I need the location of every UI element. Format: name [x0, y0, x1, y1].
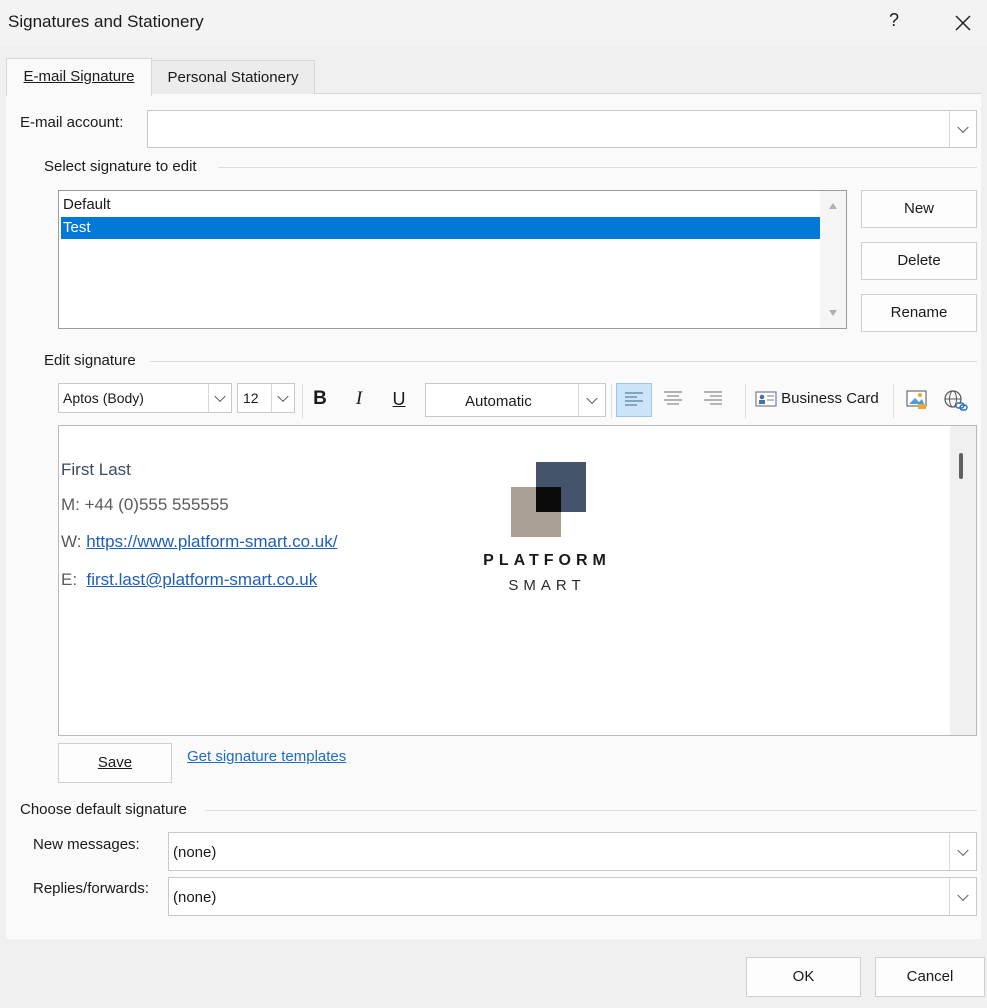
- chevron-down-icon: [957, 121, 969, 134]
- web-prefix: W:: [61, 532, 87, 551]
- list-item-default[interactable]: Default: [61, 194, 822, 216]
- replies-forwards-dropdown[interactable]: (none): [168, 877, 977, 916]
- replies-forwards-value: (none): [173, 889, 217, 906]
- cancel-button[interactable]: Cancel: [875, 957, 985, 997]
- dropdown-arrow: [271, 384, 294, 412]
- underline-button[interactable]: U: [385, 383, 413, 417]
- tab-personal-stationery[interactable]: Personal Stationery: [151, 60, 315, 94]
- chevron-down-icon: [586, 392, 598, 405]
- editor-scrollbar[interactable]: [950, 426, 976, 735]
- align-center-button[interactable]: [655, 383, 691, 417]
- signature-web-line: W: https://www.platform-smart.co.uk/: [61, 532, 337, 552]
- signature-list[interactable]: Default Test: [58, 190, 847, 329]
- select-signature-heading: Select signature to edit: [44, 158, 197, 175]
- new-messages-dropdown[interactable]: (none): [168, 832, 977, 871]
- save-button[interactable]: Save: [58, 743, 172, 783]
- signature-email-line: E: first.last@platform-smart.co.uk: [61, 570, 317, 590]
- save-button-label: Save: [97, 754, 133, 771]
- dropdown-arrow: [208, 384, 231, 412]
- font-size-dropdown[interactable]: 12: [237, 383, 295, 413]
- website-link[interactable]: https://www.platform-smart.co.uk/: [86, 532, 337, 551]
- toolbar-separator: [893, 384, 894, 418]
- mobile-number: +44 (0)555 555555: [84, 495, 229, 514]
- chevron-down-icon: [277, 390, 289, 403]
- group-divider: [150, 361, 977, 362]
- group-divider: [218, 167, 977, 168]
- get-signature-templates-link[interactable]: Get signature templates: [187, 748, 346, 765]
- align-left-icon: [625, 392, 643, 406]
- scroll-down-icon: [829, 310, 837, 316]
- italic-button[interactable]: I: [345, 383, 373, 417]
- dropdown-arrow: [949, 111, 976, 147]
- mobile-prefix: M:: [61, 495, 85, 514]
- signature-mobile-line: M: +44 (0)555 555555: [61, 495, 229, 515]
- signature-name: First Last: [61, 460, 131, 479]
- hyperlink-icon: [944, 390, 968, 411]
- align-right-icon: [704, 391, 722, 405]
- align-left-button[interactable]: [616, 383, 652, 417]
- scroll-up-icon: [829, 203, 837, 209]
- close-button[interactable]: [948, 8, 978, 38]
- group-divider: [205, 810, 977, 811]
- chevron-down-icon: [957, 889, 969, 901]
- scrollbar-thumb[interactable]: [959, 453, 963, 479]
- help-button[interactable]: ?: [882, 10, 906, 36]
- toolbar-separator: [611, 384, 612, 418]
- toolbar-separator: [302, 384, 303, 418]
- rename-button[interactable]: Rename: [861, 294, 977, 332]
- business-card-label: Business Card: [781, 390, 879, 408]
- choose-default-heading: Choose default signature: [20, 801, 187, 818]
- platform-smart-logo-icon: [511, 462, 586, 537]
- logo-text-platform: PLATFORM: [483, 552, 611, 569]
- align-center-icon: [664, 391, 682, 405]
- chevron-down-icon: [957, 844, 969, 856]
- dropdown-arrow: [949, 833, 976, 870]
- toolbar-separator: [745, 384, 746, 418]
- replies-forwards-label: Replies/forwards:: [33, 880, 149, 897]
- list-item-test[interactable]: Test: [61, 217, 822, 239]
- logo-text-smart: SMART: [508, 577, 586, 594]
- insert-hyperlink-button[interactable]: [938, 383, 972, 417]
- dropdown-arrow: [949, 878, 976, 915]
- font-dropdown[interactable]: Aptos (Body): [58, 383, 232, 413]
- signature-editor[interactable]: First Last M: +44 (0)555 555555 W: https…: [58, 425, 977, 736]
- tab-email-signature-label: E-mail Signature: [23, 68, 135, 85]
- new-messages-value: (none): [173, 844, 217, 861]
- delete-button[interactable]: Delete: [861, 242, 977, 280]
- picture-icon: [906, 390, 927, 409]
- align-right-button[interactable]: [695, 383, 731, 417]
- email-prefix: E:: [61, 570, 87, 589]
- edit-signature-heading: Edit signature: [44, 352, 136, 369]
- email-account-dropdown[interactable]: [147, 110, 977, 148]
- font-color-value: Automatic: [465, 393, 532, 410]
- email-link[interactable]: first.last@platform-smart.co.uk: [87, 570, 318, 589]
- chevron-down-icon: [214, 390, 226, 403]
- new-messages-label: New messages:: [33, 836, 140, 853]
- rename-button-label: Rename: [890, 304, 948, 321]
- tab-personal-stationery-label: Personal Stationery: [167, 69, 299, 86]
- font-color-dropdown[interactable]: Automatic: [425, 383, 606, 417]
- insert-picture-button[interactable]: [900, 383, 934, 417]
- list-scrollbar[interactable]: [820, 191, 846, 328]
- new-button[interactable]: New: [861, 190, 977, 228]
- delete-button-label: Delete: [897, 252, 941, 269]
- font-size-value: 12: [243, 390, 259, 406]
- window-title: Signatures and Stationery: [8, 12, 204, 31]
- business-card-icon: [755, 391, 777, 407]
- ok-button[interactable]: OK: [746, 957, 861, 997]
- dropdown-arrow: [578, 384, 605, 416]
- tab-email-signature[interactable]: E-mail Signature: [6, 58, 152, 96]
- close-icon: [955, 15, 971, 31]
- new-button-label: New: [903, 200, 934, 217]
- bold-button[interactable]: B: [306, 383, 334, 417]
- font-value: Aptos (Body): [63, 390, 144, 406]
- business-card-button[interactable]: Business Card: [752, 383, 886, 417]
- email-account-label: E-mail account:: [20, 114, 124, 131]
